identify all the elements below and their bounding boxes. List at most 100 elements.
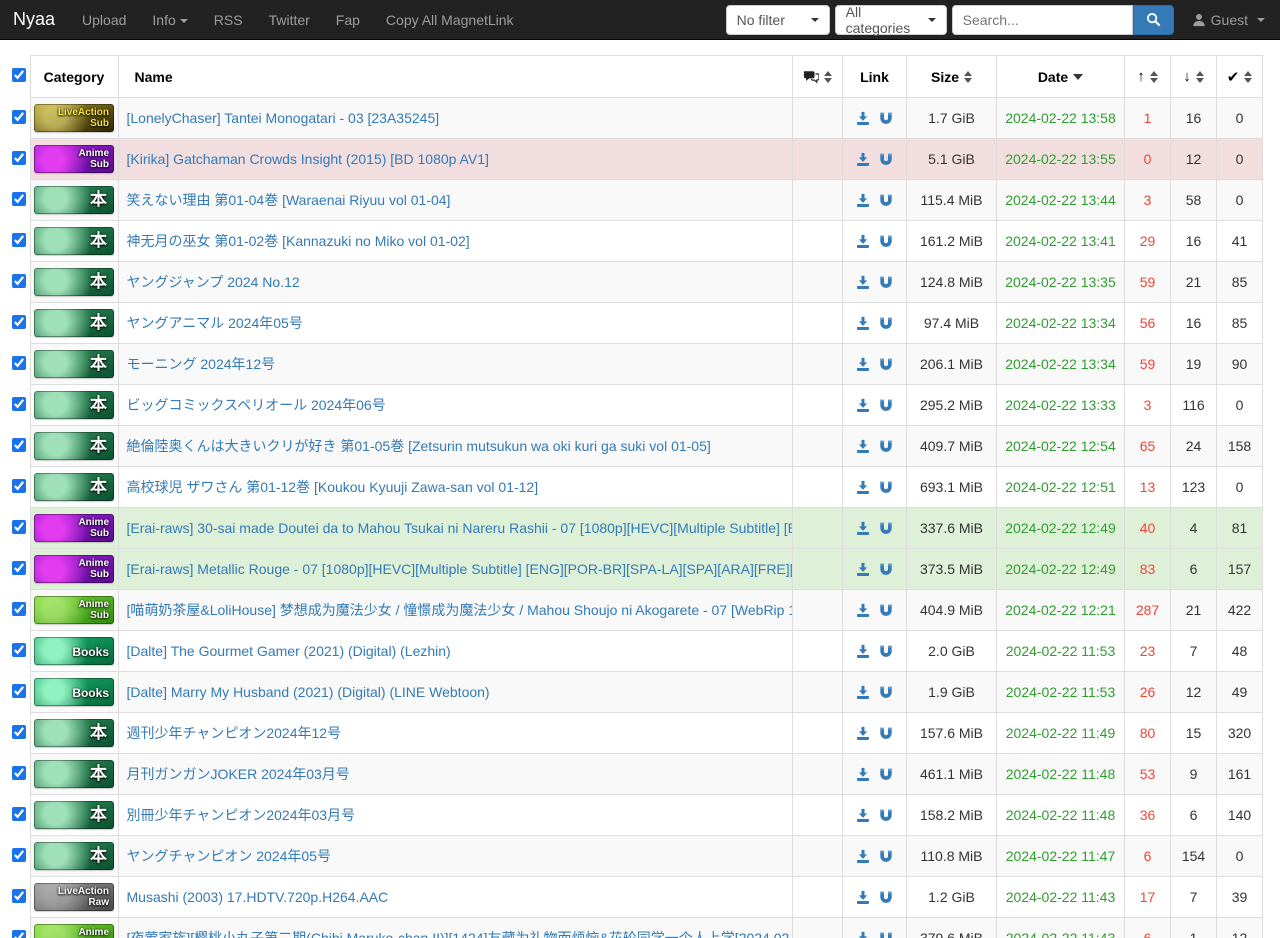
category-select[interactable]: All categories (835, 5, 947, 35)
magnet-icon[interactable] (879, 152, 893, 166)
download-icon[interactable] (856, 644, 870, 658)
nav-item-rss[interactable]: RSS (201, 0, 256, 40)
row-checkbox[interactable] (12, 479, 26, 493)
magnet-icon[interactable] (879, 931, 893, 938)
category-icon-liveaction-sub[interactable]: LiveAction Sub (34, 104, 114, 132)
download-icon[interactable] (856, 890, 870, 904)
torrent-name-link[interactable]: 別冊少年チャンピオン2024年03月号 (127, 807, 356, 823)
torrent-name-link[interactable]: [Dalte] The Gourmet Gamer (2021) (Digita… (127, 643, 451, 659)
search-button[interactable] (1133, 5, 1174, 35)
row-checkbox[interactable] (12, 766, 26, 780)
torrent-name-link[interactable]: ヤングジャンプ 2024 No.12 (127, 274, 300, 290)
magnet-icon[interactable] (879, 193, 893, 207)
category-icon-lit-raw[interactable]: 本 (34, 842, 114, 870)
magnet-icon[interactable] (879, 316, 893, 330)
header-size[interactable]: Size (907, 56, 997, 98)
category-icon-lit-raw[interactable]: 本 (34, 760, 114, 788)
download-icon[interactable] (856, 398, 870, 412)
magnet-icon[interactable] (879, 439, 893, 453)
download-icon[interactable] (856, 808, 870, 822)
magnet-icon[interactable] (879, 562, 893, 576)
row-checkbox[interactable] (12, 684, 26, 698)
download-icon[interactable] (856, 562, 870, 576)
magnet-icon[interactable] (879, 275, 893, 289)
torrent-name-link[interactable]: 絶倫陸奥くんは大きいクリが好き 第01-05巻 [Zetsurin mutsuk… (127, 438, 711, 454)
row-checkbox[interactable] (12, 110, 26, 124)
download-icon[interactable] (856, 316, 870, 330)
magnet-icon[interactable] (879, 398, 893, 412)
select-all-checkbox[interactable] (12, 68, 26, 82)
header-completed[interactable]: ✔ (1217, 56, 1263, 98)
torrent-name-link[interactable]: ヤングアニマル 2024年05号 (127, 315, 303, 331)
category-icon-anime-sub-en[interactable]: Anime Sub (34, 555, 114, 583)
user-menu[interactable]: Guest (1184, 12, 1280, 28)
torrent-name-link[interactable]: [Kirika] Gatchaman Crowds Insight (2015)… (127, 151, 489, 167)
category-icon-lit-raw[interactable]: 本 (34, 186, 114, 214)
header-seeders[interactable]: ↑ (1125, 56, 1171, 98)
brand-logo[interactable]: Nyaa (0, 9, 69, 30)
header-comments[interactable] (793, 56, 843, 98)
category-icon-lit-raw[interactable]: 本 (34, 719, 114, 747)
category-icon-anime-sub-en[interactable]: Anime Sub (34, 145, 114, 173)
torrent-name-link[interactable]: [Erai-raws] Metallic Rouge - 07 [1080p][… (127, 561, 793, 577)
download-icon[interactable] (856, 357, 870, 371)
torrent-name-link[interactable]: ビッグコミックスペリオール 2024年06号 (127, 397, 386, 413)
header-leechers[interactable]: ↓ (1171, 56, 1217, 98)
magnet-icon[interactable] (879, 521, 893, 535)
category-icon-anime-sub-en[interactable]: Anime Sub (34, 514, 114, 542)
torrent-name-link[interactable]: ヤングチャンピオン 2024年05号 (127, 848, 331, 864)
download-icon[interactable] (856, 726, 870, 740)
row-checkbox[interactable] (12, 848, 26, 862)
row-checkbox[interactable] (12, 315, 26, 329)
magnet-icon[interactable] (879, 357, 893, 371)
row-checkbox[interactable] (12, 930, 26, 938)
header-link[interactable]: Link (843, 56, 907, 98)
download-icon[interactable] (856, 767, 870, 781)
magnet-icon[interactable] (879, 480, 893, 494)
row-checkbox[interactable] (12, 889, 26, 903)
row-checkbox[interactable] (12, 561, 26, 575)
download-icon[interactable] (856, 685, 870, 699)
header-category[interactable]: Category (30, 56, 118, 98)
magnet-icon[interactable] (879, 808, 893, 822)
download-icon[interactable] (856, 480, 870, 494)
header-name[interactable]: Name (118, 56, 793, 98)
row-checkbox[interactable] (12, 233, 26, 247)
magnet-icon[interactable] (879, 644, 893, 658)
torrent-name-link[interactable]: 週刊少年チャンピオン2024年12号 (127, 725, 342, 741)
torrent-name-link[interactable]: 月刊ガンガンJOKER 2024年03月号 (127, 766, 350, 782)
category-icon-books[interactable]: Books (34, 678, 114, 706)
magnet-icon[interactable] (879, 849, 893, 863)
nav-item-copy-magnetlink[interactable]: Copy All MagnetLink (373, 0, 527, 40)
torrent-name-link[interactable]: 神无月の巫女 第01-02巻 [Kannazuki no Miko vol 01… (127, 233, 470, 249)
category-icon-lit-raw[interactable]: 本 (34, 473, 114, 501)
download-icon[interactable] (856, 111, 870, 125)
torrent-name-link[interactable]: 笑えない理由 第01-04巻 [Waraenai Riyuu vol 01-04… (127, 192, 451, 208)
row-checkbox[interactable] (12, 725, 26, 739)
magnet-icon[interactable] (879, 685, 893, 699)
category-icon-lit-raw[interactable]: 本 (34, 227, 114, 255)
row-checkbox[interactable] (12, 397, 26, 411)
download-icon[interactable] (856, 931, 870, 938)
row-checkbox[interactable] (12, 807, 26, 821)
download-icon[interactable] (856, 521, 870, 535)
magnet-icon[interactable] (879, 603, 893, 617)
nav-item-twitter[interactable]: Twitter (256, 0, 323, 40)
download-icon[interactable] (856, 439, 870, 453)
torrent-name-link[interactable]: [LonelyChaser] Tantei Monogatari - 03 [2… (127, 110, 440, 126)
torrent-name-link[interactable]: [Dalte] Marry My Husband (2021) (Digital… (127, 684, 490, 700)
magnet-icon[interactable] (879, 234, 893, 248)
row-checkbox[interactable] (12, 151, 26, 165)
row-checkbox[interactable] (12, 192, 26, 206)
row-checkbox[interactable] (12, 602, 26, 616)
category-icon-lit-raw[interactable]: 本 (34, 432, 114, 460)
torrent-name-link[interactable]: モーニング 2024年12号 (127, 356, 276, 372)
category-icon-lit-raw[interactable]: 本 (34, 350, 114, 378)
category-icon-liveaction-raw[interactable]: LiveAction Raw (34, 883, 114, 911)
header-date[interactable]: Date (997, 56, 1125, 98)
category-icon-lit-raw[interactable]: 本 (34, 309, 114, 337)
download-icon[interactable] (856, 603, 870, 617)
category-icon-lit-raw[interactable]: 本 (34, 801, 114, 829)
row-checkbox[interactable] (12, 520, 26, 534)
category-icon-books[interactable]: Books (34, 637, 114, 665)
